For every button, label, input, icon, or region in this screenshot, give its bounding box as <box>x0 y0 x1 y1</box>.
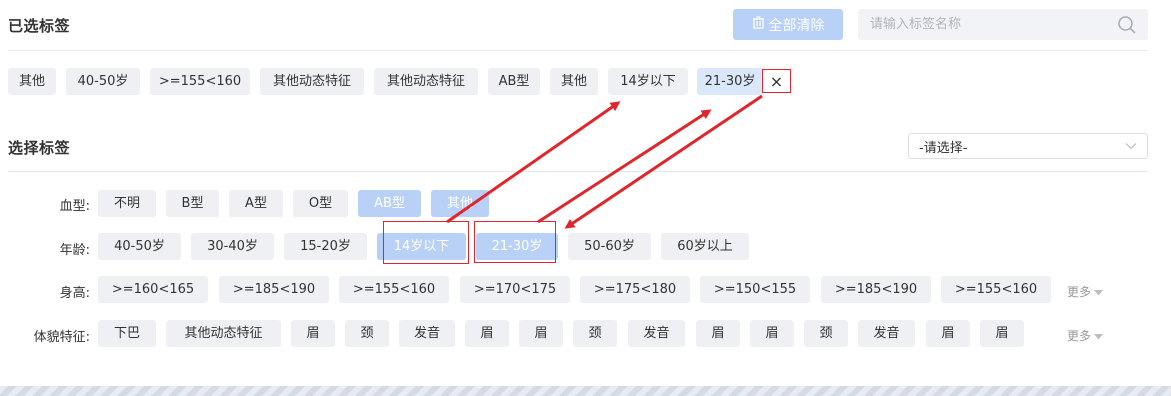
age-tag[interactable]: 60岁以上 <box>661 233 749 260</box>
age-tag[interactable]: 30-40岁 <box>191 233 274 260</box>
height-tag[interactable]: >=150<155 <box>700 276 810 303</box>
blood-tag[interactable]: O型 <box>293 190 348 217</box>
trash-icon <box>752 16 765 33</box>
select-value: -请选择- <box>919 140 968 156</box>
selected-tag[interactable]: 其他 <box>550 68 598 95</box>
age-tag[interactable]: 15-20岁 <box>284 233 367 260</box>
tag-search-box[interactable] <box>858 9 1148 40</box>
body-tag[interactable]: 眉 <box>291 320 335 347</box>
height-tag[interactable]: >=175<180 <box>580 276 690 303</box>
height-tag[interactable]: >=185<190 <box>219 276 329 303</box>
blood-tag-active[interactable]: AB型 <box>358 190 421 217</box>
body-features-label: 体貌特征: <box>33 330 90 345</box>
selected-tag[interactable]: AB型 <box>488 68 540 95</box>
more-label: 更多 <box>1067 329 1092 343</box>
height-tag[interactable]: >=160<165 <box>98 276 208 303</box>
body-tag[interactable]: 颈 <box>804 320 848 347</box>
tag-category-select[interactable]: -请选择- <box>908 133 1148 159</box>
remove-tag-close-icon[interactable]: × <box>762 69 791 93</box>
arrow-21-30-to-selected <box>537 109 712 224</box>
age-tag[interactable]: 50-60岁 <box>568 233 651 260</box>
body-tag[interactable]: 其他动态特征 <box>166 320 281 347</box>
blood-type-label: 血型: <box>59 199 90 214</box>
body-more-button[interactable]: 更多 <box>1067 327 1104 344</box>
body-tag[interactable]: 眉 <box>465 320 509 347</box>
blood-tag[interactable]: 不明 <box>98 190 156 217</box>
body-tag[interactable]: 发音 <box>858 320 915 347</box>
body-tag[interactable]: 颈 <box>573 320 617 347</box>
clear-all-button[interactable]: 全部清除 <box>733 9 843 40</box>
body-tag[interactable]: 眉 <box>519 320 563 347</box>
selected-tags-title: 已选标签 <box>8 17 71 35</box>
body-tag[interactable]: 眉 <box>750 320 794 347</box>
body-tag[interactable]: 眉 <box>926 320 970 347</box>
height-tag[interactable]: >=185<190 <box>821 276 931 303</box>
selected-tag[interactable]: 其他 <box>8 68 56 95</box>
age-tag[interactable]: 40-50岁 <box>98 233 181 260</box>
choose-divider <box>8 171 1148 172</box>
annotation-box-14-under <box>383 221 469 264</box>
body-tag[interactable]: 下巴 <box>98 320 156 347</box>
body-tag[interactable]: 颈 <box>345 320 389 347</box>
blood-tag[interactable]: A型 <box>229 190 283 217</box>
body-tag[interactable]: 眉 <box>980 320 1024 347</box>
chevron-down-icon <box>1125 139 1137 154</box>
blood-tag[interactable]: B型 <box>166 190 219 217</box>
height-tag[interactable]: >=155<160 <box>339 276 449 303</box>
height-more-button[interactable]: 更多 <box>1067 283 1104 300</box>
bottom-decorative-band <box>0 386 1171 396</box>
selected-tag[interactable]: 其他动态特征 <box>374 68 478 95</box>
body-tag[interactable]: 眉 <box>696 320 740 347</box>
search-icon[interactable] <box>1116 14 1138 36</box>
body-tag[interactable]: 发音 <box>399 320 455 347</box>
blood-tag-active[interactable]: 其他 <box>431 190 489 217</box>
arrow-remove-to-21-30 <box>564 94 763 229</box>
height-tag[interactable]: >=155<160 <box>941 276 1051 303</box>
annotation-box-21-30 <box>474 221 556 263</box>
age-label: 年龄: <box>59 243 90 258</box>
selected-tag[interactable]: 其他动态特征 <box>260 68 364 95</box>
caret-down-icon <box>1094 329 1104 343</box>
selected-tag[interactable]: 21-30岁 <box>697 68 763 95</box>
height-tag[interactable]: >=170<175 <box>460 276 570 303</box>
caret-down-icon <box>1094 285 1104 299</box>
choose-tags-title: 选择标签 <box>8 139 71 157</box>
body-tag[interactable]: 发音 <box>628 320 685 347</box>
header-divider <box>8 50 1148 51</box>
clear-all-label: 全部清除 <box>768 17 825 34</box>
more-label: 更多 <box>1067 285 1092 299</box>
selected-tag[interactable]: >=155<160 <box>150 68 250 95</box>
height-label: 身高: <box>59 286 90 301</box>
selected-tag[interactable]: 14岁以下 <box>608 68 688 95</box>
selected-tag[interactable]: 40-50岁 <box>66 68 140 95</box>
tag-search-input[interactable] <box>868 16 1116 33</box>
